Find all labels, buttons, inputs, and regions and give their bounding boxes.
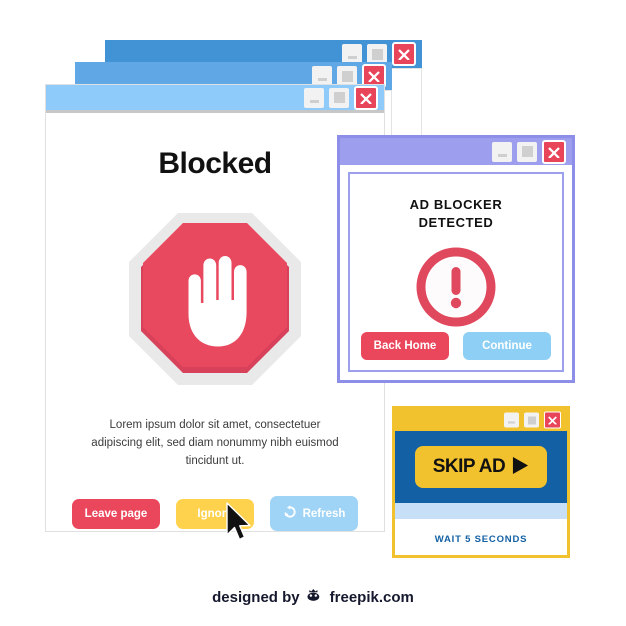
footer-brand: freepik.com — [329, 589, 414, 606]
maximize-icon[interactable] — [367, 44, 387, 64]
skip-ad-button[interactable]: SKIP AD — [415, 446, 547, 488]
maximize-icon[interactable] — [524, 412, 539, 428]
stop-sign-hand-icon — [125, 209, 305, 389]
refresh-button[interactable]: Refresh — [270, 496, 358, 532]
freepik-logo-icon — [306, 588, 324, 607]
window-controls — [504, 411, 561, 429]
back-home-button[interactable]: Back Home — [361, 332, 449, 361]
continue-button[interactable]: Continue — [463, 332, 551, 361]
close-icon[interactable] — [544, 411, 561, 429]
adblock-window-content: AD BLOCKER DETECTED Back Home Continue — [348, 172, 564, 372]
adblock-detected-window[interactable]: AD BLOCKER DETECTED Back Home Continue — [337, 135, 575, 383]
footer-credit: designed by freepik.com — [0, 588, 626, 607]
minimize-icon[interactable] — [492, 141, 512, 162]
close-icon[interactable] — [542, 139, 566, 164]
minimize-icon[interactable] — [304, 87, 324, 108]
close-icon[interactable] — [392, 42, 416, 66]
skip-ad-divider-strip — [395, 503, 567, 519]
skip-ad-banner: SKIP AD — [395, 431, 567, 503]
window-controls — [304, 85, 378, 110]
blocked-window-content: Blocked Lorem ipsum dolor sit amet, cons… — [46, 113, 384, 532]
adblock-heading-line2: DETECTED — [418, 214, 494, 230]
maximize-icon[interactable] — [337, 66, 357, 86]
window-controls — [492, 139, 566, 164]
refresh-icon — [283, 505, 297, 522]
maximize-icon[interactable] — [329, 87, 349, 108]
screenshot-canvas: Blocked Lorem ipsum dolor sit amet, cons… — [0, 0, 626, 626]
skip-ad-window[interactable]: SKIP AD WAIT 5 SECONDS — [392, 406, 570, 558]
adblock-window-actions: Back Home Continue — [361, 332, 551, 361]
minimize-icon[interactable] — [312, 66, 332, 86]
blocked-window[interactable]: Blocked Lorem ipsum dolor sit amet, cons… — [45, 84, 385, 532]
skip-ad-window-titlebar[interactable] — [395, 409, 567, 431]
close-icon[interactable] — [354, 85, 378, 110]
exclamation-circle-icon — [416, 247, 496, 332]
adblock-heading: AD BLOCKER DETECTED — [410, 196, 503, 231]
skip-ad-button-label: SKIP AD — [432, 456, 506, 477]
mouse-pointer-icon — [225, 502, 253, 542]
minimize-icon[interactable] — [342, 44, 362, 64]
wait-countdown-label: WAIT 5 SECONDS — [434, 533, 528, 545]
blocked-description: Lorem ipsum dolor sit amet, consectetuer… — [91, 419, 339, 467]
refresh-button-label: Refresh — [302, 507, 346, 520]
play-triangle-icon — [512, 456, 529, 478]
adblock-window-titlebar[interactable] — [340, 138, 572, 165]
leave-page-button[interactable]: Leave page — [72, 498, 160, 529]
blocked-window-titlebar[interactable] — [46, 85, 384, 113]
maximize-icon[interactable] — [517, 141, 537, 162]
blocked-window-actions: Leave page Ignore Refresh — [72, 496, 358, 532]
page-title: Blocked — [158, 147, 272, 180]
footer-prefix: designed by — [212, 589, 300, 606]
minimize-icon[interactable] — [504, 412, 519, 428]
adblock-heading-line1: AD BLOCKER — [409, 197, 503, 212]
